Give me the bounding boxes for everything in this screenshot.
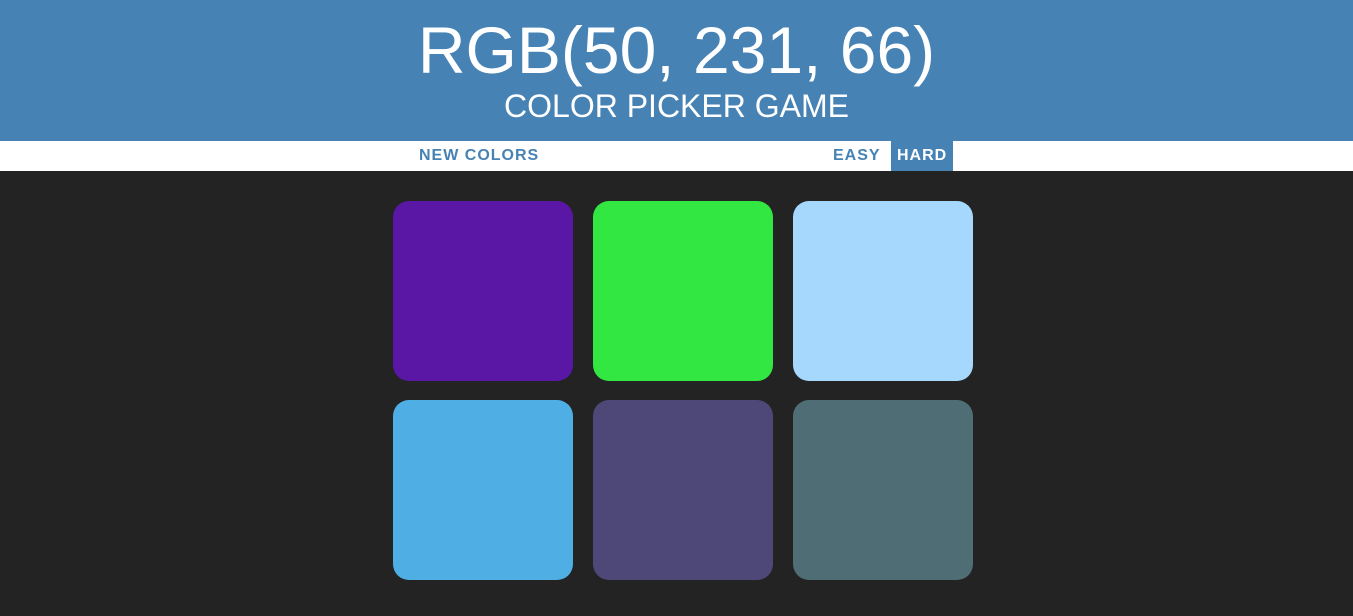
color-square-5[interactable] — [593, 400, 773, 580]
color-square-4[interactable] — [393, 400, 573, 580]
game-subtitle: COLOR PICKER GAME — [504, 88, 849, 124]
controls-stripe: NEW COLORS EASY HARD — [0, 141, 1353, 171]
hard-mode-button[interactable]: HARD — [891, 141, 953, 171]
color-square-3[interactable] — [793, 201, 973, 381]
new-colors-button[interactable]: NEW COLORS — [413, 141, 545, 171]
easy-mode-button[interactable]: EASY — [827, 141, 887, 171]
color-square-1[interactable] — [393, 201, 573, 381]
header: RGB(50, 231, 66) COLOR PICKER GAME — [0, 0, 1353, 141]
color-square-2[interactable] — [593, 201, 773, 381]
target-rgb-title: RGB(50, 231, 66) — [417, 13, 936, 87]
color-square-6[interactable] — [793, 400, 973, 580]
